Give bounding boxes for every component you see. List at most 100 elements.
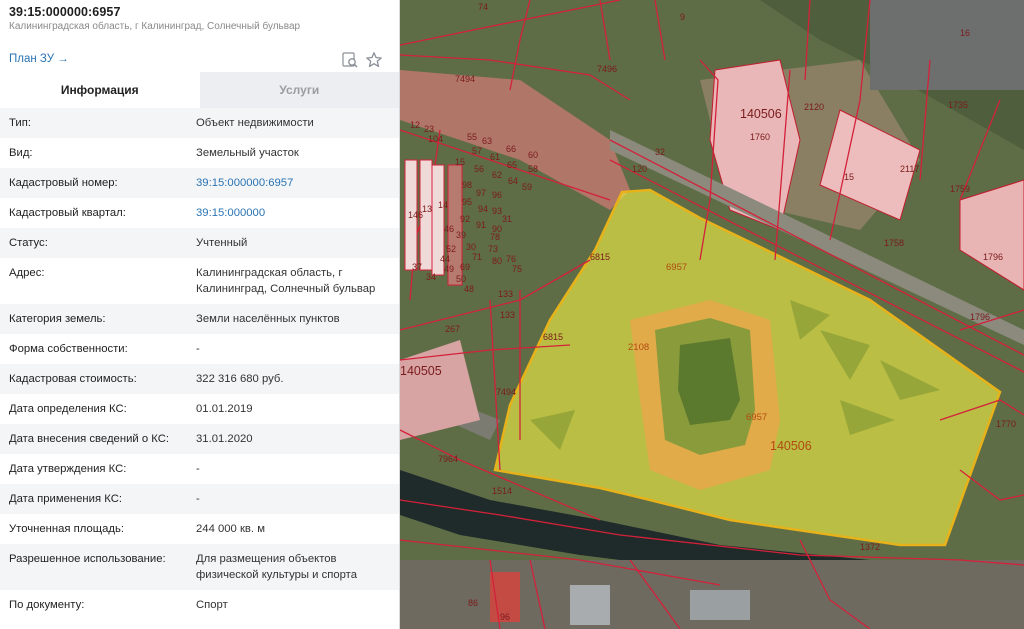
- map-label: 48: [464, 284, 474, 294]
- map-label: 133: [498, 289, 513, 299]
- stadium-field: [678, 338, 740, 425]
- map-label: 12: [410, 120, 420, 130]
- map-label: 6815: [590, 252, 610, 262]
- map-label: 37: [412, 262, 422, 272]
- plan-link[interactable]: План ЗУ →: [9, 53, 69, 65]
- map-label: 80: [492, 256, 502, 266]
- map-label: 2120: [804, 102, 824, 112]
- map-label: 86: [468, 598, 478, 608]
- row-value-date: Дата определения КС: 01.01.2019: [0, 394, 399, 424]
- map-label: 58: [528, 164, 538, 174]
- info-panel: 39:15:000000:6957 Калининградская област…: [0, 0, 400, 629]
- row-value: 01.01.2019: [196, 403, 253, 415]
- map-label: 6957: [666, 262, 687, 273]
- row-value-application-date: Дата применения КС: -: [0, 484, 399, 514]
- map-label: 95: [462, 197, 472, 207]
- row-status: Статус: Учтенный: [0, 228, 399, 258]
- map-label: 140506: [740, 107, 782, 121]
- map-label: 140505: [400, 364, 442, 378]
- row-value: Спорт: [196, 599, 228, 611]
- star-icon[interactable]: [365, 51, 383, 69]
- map-label: 61: [490, 152, 500, 162]
- row-address: Адрес: Калининградская область, г Калини…: [0, 258, 399, 304]
- cadastral-map[interactable]: 74 9 16 7494 7496 140506 2120 1760 1735 …: [400, 0, 1024, 629]
- map-label: 76: [506, 254, 516, 264]
- map-label: 16: [960, 28, 970, 38]
- row-value: Земли населённых пунктов: [196, 313, 340, 325]
- panel-header: 39:15:000000:6957 Калининградская област…: [0, 0, 399, 48]
- row-cadastral-value: Кадастровая стоимость: 322 316 680 руб.: [0, 364, 399, 394]
- row-label: Тип:: [9, 117, 31, 129]
- row-area: Уточненная площадь: 244 000 кв. м: [0, 514, 399, 544]
- map-label: 96: [492, 190, 502, 200]
- row-type: Тип: Объект недвижимости: [0, 108, 399, 138]
- map-label: 59: [522, 182, 532, 192]
- map-label: 104: [428, 134, 443, 144]
- map-label: 34: [426, 272, 436, 282]
- map-label: 65: [507, 160, 517, 170]
- map-label: 6815: [543, 332, 563, 342]
- map-label: 7496: [597, 64, 617, 74]
- row-label: Дата применения КС:: [9, 493, 122, 505]
- row-cadastral-number: Кадастровый номер: 39:15:000000:6957: [0, 168, 399, 198]
- row-value: Учтенный: [196, 237, 248, 249]
- residential-block: [870, 0, 1024, 90]
- map-label: 1759: [950, 184, 970, 194]
- map-label: 120: [632, 164, 647, 174]
- row-label: Дата внесения сведений о КС:: [9, 433, 170, 445]
- map-label: 15: [455, 157, 465, 167]
- map-label: 92: [460, 214, 470, 224]
- search-map-icon[interactable]: [341, 51, 359, 69]
- row-value-approval-date: Дата утверждения КС: -: [0, 454, 399, 484]
- map-label: 50: [456, 274, 466, 284]
- map-label: 98: [462, 180, 472, 190]
- map-label: 2108: [628, 342, 649, 353]
- row-ownership: Форма собственности: -: [0, 334, 399, 364]
- row-land-category: Категория земель: Земли населённых пункт…: [0, 304, 399, 334]
- map-label: 44: [440, 254, 450, 264]
- map-label: 23: [424, 124, 434, 134]
- map-label: 1758: [884, 238, 904, 248]
- plan-row: План ЗУ →: [0, 48, 399, 72]
- map-label: 74: [478, 2, 488, 12]
- map-label: 1770: [996, 419, 1016, 429]
- row-value: -: [196, 463, 200, 475]
- map-label: 1796: [970, 312, 990, 322]
- attribute-list: Тип: Объект недвижимости Вид: Земельный …: [0, 108, 399, 620]
- row-value: Объект недвижимости: [196, 117, 314, 129]
- map-label: 14: [438, 200, 448, 210]
- tab-information[interactable]: Информация: [0, 72, 200, 108]
- map-label: 32: [655, 147, 665, 157]
- map-label: 31: [502, 214, 512, 224]
- map-label: 13: [422, 204, 432, 214]
- row-value: -: [196, 493, 200, 505]
- row-label: По документу:: [9, 599, 85, 611]
- cadastral-quarter-link[interactable]: 39:15:000000: [196, 205, 392, 221]
- row-value: Калининградская область, г Калининград, …: [196, 267, 376, 295]
- map-label: 9: [680, 12, 685, 22]
- tab-services[interactable]: Услуги: [199, 72, 399, 108]
- map-label: 56: [474, 164, 484, 174]
- map-label: 62: [492, 170, 502, 180]
- map-label: 93: [492, 206, 502, 216]
- map-label: 60: [528, 150, 538, 160]
- roof-grey-2: [690, 590, 750, 620]
- row-value: 244 000 кв. м: [196, 523, 265, 535]
- map-label: 1796: [983, 252, 1003, 262]
- row-permitted-use: Разрешенное использование: Для размещени…: [0, 544, 399, 590]
- map-label: 73: [488, 244, 498, 254]
- map-label: 15: [844, 172, 854, 182]
- map-canvas[interactable]: 74 9 16 7494 7496 140506 2120 1760 1735 …: [400, 0, 1024, 629]
- map-label: 6957: [746, 412, 767, 423]
- map-label: 97: [476, 188, 486, 198]
- map-label: 2117: [900, 164, 919, 174]
- row-by-document: По документу: Спорт: [0, 590, 399, 620]
- cadastral-number-link[interactable]: 39:15:000000:6957: [196, 175, 392, 191]
- map-label: 46: [444, 224, 454, 234]
- map-label: 1372: [860, 542, 880, 552]
- map-label: 96: [500, 612, 510, 622]
- row-cadastral-quarter: Кадастровый квартал: 39:15:000000: [0, 198, 399, 228]
- row-value: Для размещения объектов физической культ…: [196, 553, 358, 581]
- row-label: Статус:: [9, 237, 48, 249]
- map-label: 52: [446, 244, 456, 254]
